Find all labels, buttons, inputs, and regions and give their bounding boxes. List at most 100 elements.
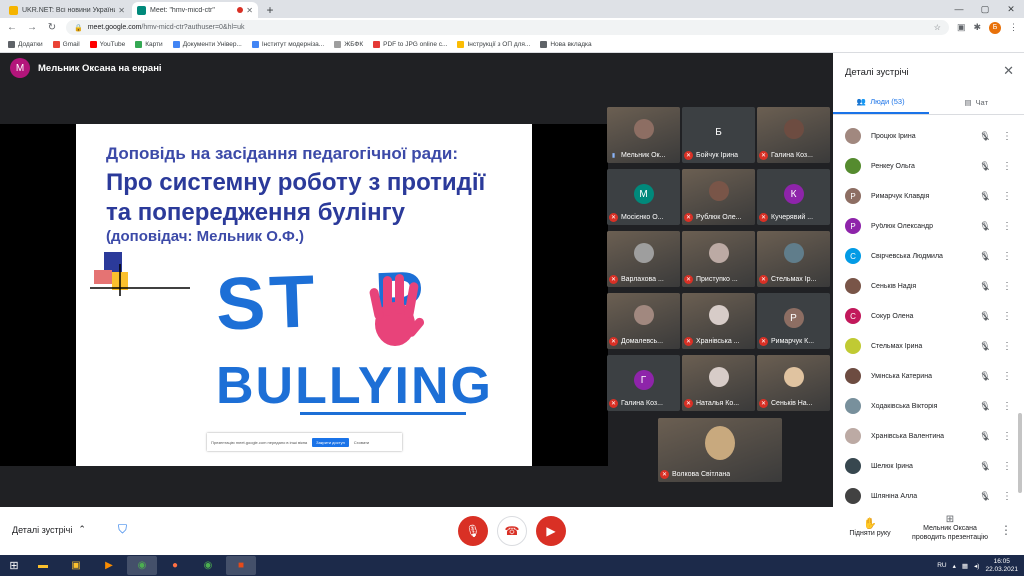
security-shield-icon[interactable]: ⛉ [118,522,132,538]
panel-scrollbar[interactable] [1018,413,1022,493]
participant-tile[interactable]: ✕ Стельмах Ір... [757,231,830,287]
tab-chat[interactable]: ▤ Чат [929,91,1024,114]
more-vert-icon[interactable]: ⋮ [1002,281,1012,292]
more-vert-icon[interactable]: ⋮ [1002,131,1012,142]
taskbar-folder-icon[interactable]: ▣ [61,556,91,575]
bookmark-item[interactable]: Gmail [52,41,80,48]
profile-avatar[interactable]: Б [989,21,1001,34]
bookmark-star-icon[interactable]: ☆ [934,23,941,32]
participant-tile[interactable]: ✕ Приступко ... [682,231,755,287]
participant-face [705,426,735,460]
more-vert-icon[interactable]: ⋮ [1002,401,1012,412]
more-options-icon[interactable]: ⋮ [1000,523,1012,537]
participant-tile[interactable]: ✕ Хранівська ... [682,293,755,349]
participant-tile[interactable]: Г ✕ Галина Коз... [607,355,680,411]
meeting-details-toggle[interactable]: Деталі зустрічі ⌃ [12,524,86,535]
camera-off-button[interactable]: ▶ [536,516,566,546]
participant-tile-label: ✕ Волкова Світлана [660,470,730,479]
participant-list-item[interactable]: С Свірчевська Людмила 🎙 ⋮ [833,241,1024,271]
participant-list-item[interactable]: Ренкеу Ольга 🎙 ⋮ [833,151,1024,181]
taskbar-powerpoint-icon[interactable]: ■ [226,556,256,575]
leave-call-button[interactable]: ☎ [497,516,527,546]
taskbar-chrome-icon[interactable]: ◉ [127,556,157,575]
camera-permission-icon[interactable]: ▣ [957,22,966,33]
taskbar-explorer-icon[interactable]: ▬ [28,556,58,575]
taskbar-media-icon[interactable]: ▶ [94,556,124,575]
participant-avatar [845,278,861,294]
start-button-icon[interactable]: ⊞ [0,555,28,576]
network-icon[interactable]: ▦ [962,562,968,570]
hide-button[interactable]: Сховати [354,440,369,445]
participant-tile[interactable]: ✕ Домалевсь... [607,293,680,349]
presenting-status[interactable]: ⊞ Мельник Оксана проводить презентацію [904,515,996,542]
participant-tile[interactable]: Б ✕ Бойчук Ірина [682,107,755,163]
participant-tile[interactable]: К ✕ Кучерявий ... [757,169,830,225]
close-panel-icon[interactable]: ✕ [1003,63,1014,79]
bookmark-item[interactable]: Інструкції з ОП для... [457,41,530,48]
tab-close-icon[interactable]: ✕ [246,6,253,15]
volume-icon[interactable]: ◂) [974,562,979,570]
bookmark-item[interactable]: Інститут модерніза... [251,41,324,48]
tab-meet[interactable]: Meet: "hmv-micd-ctr" ✕ [132,2,258,18]
stop-sharing-button[interactable]: Закрити доступ [312,437,349,447]
participant-tile[interactable]: ✕ Варлахова ... [607,231,680,287]
tab-close-icon[interactable]: ✕ [118,6,125,15]
more-vert-icon[interactable]: ⋮ [1002,311,1012,322]
participant-list-item[interactable]: Стельмах Ірина 🎙 ⋮ [833,331,1024,361]
participant-list-item[interactable]: Сенькiв Надія 🎙 ⋮ [833,271,1024,301]
participant-list-item[interactable]: Р Римарчук Клавдія 🎙 ⋮ [833,181,1024,211]
taskbar-firefox-icon[interactable]: ● [160,556,190,575]
more-vert-icon[interactable]: ⋮ [1002,161,1012,172]
more-vert-icon[interactable]: ⋮ [1002,371,1012,382]
more-vert-icon[interactable]: ⋮ [1002,491,1012,502]
participant-tile[interactable]: ✕ Волкова Світлана [658,418,782,482]
forward-arrow-icon[interactable]: → [26,22,38,33]
participant-tile[interactable]: М ✕ Мосієнко О... [607,169,680,225]
participant-list-item[interactable]: Процюк Ірина 🎙 ⋮ [833,121,1024,151]
minimize-icon[interactable]: — [946,4,972,14]
taskbar-chrome2-icon[interactable]: ◉ [193,556,223,575]
new-tab-button[interactable]: + [262,2,278,18]
back-arrow-icon[interactable]: ← [6,22,18,33]
more-vert-icon[interactable]: ⋮ [1002,461,1012,472]
bookmark-item[interactable]: YouTube [89,41,125,48]
participant-tile[interactable]: ✕ Сенькiв На... [757,355,830,411]
participant-list-item[interactable]: Умінська Катерина 🎙 ⋮ [833,361,1024,391]
extensions-icon[interactable]: ✱ [973,22,981,33]
address-bar[interactable]: 🔒 meet.google.com/hmv-micd-ctr?authuser=… [66,20,949,35]
participant-tile[interactable]: ▮ Мельник Ок... [607,107,680,163]
mic-off-button[interactable]: 🎙 [458,516,488,546]
bookmark-item[interactable]: Нова вкладка [540,41,592,48]
more-vert-icon[interactable]: ⋮ [1002,341,1012,352]
bookmark-item[interactable]: PDF to JPG online c... [373,41,447,48]
mic-off-icon: 🎙 [979,370,991,381]
slide-decoration [90,252,190,296]
language-indicator[interactable]: RU [937,562,946,569]
tab-people[interactable]: 👥 Люди (53) [833,91,929,114]
participant-tile[interactable]: Р ✕ Римарчук К... [757,293,830,349]
bookmark-item[interactable]: Додатки [8,41,43,48]
participant-list-item[interactable]: Шелюк Ірина 🎙 ⋮ [833,451,1024,481]
bookmark-item[interactable]: ЖБФК [334,41,363,48]
participant-tile[interactable]: ✕ Наталья Ко... [682,355,755,411]
bookmark-item[interactable]: Документи Універ... [172,41,242,48]
maximize-icon[interactable]: ▢ [972,4,998,15]
more-vert-icon[interactable]: ⋮ [1002,191,1012,202]
participant-list-item[interactable]: С Сокур Олена 🎙 ⋮ [833,301,1024,331]
reload-icon[interactable]: ↻ [46,22,58,33]
more-vert-icon[interactable]: ⋮ [1002,251,1012,262]
raise-hand-button[interactable]: ✋ Підняти руку [840,517,900,537]
tray-arrow-icon[interactable]: ▴ [953,562,956,570]
more-vert-icon[interactable]: ⋮ [1002,431,1012,442]
browser-menu-icon[interactable]: ⋮ [1009,22,1018,33]
tab-ukrnet[interactable]: UKR.NET: Всі новини України, с ✕ [4,2,130,18]
participant-tile[interactable]: ✕ Галина Коз... [757,107,830,163]
participant-list-item[interactable]: Хранівська Валентина 🎙 ⋮ [833,421,1024,451]
more-vert-icon[interactable]: ⋮ [1002,221,1012,232]
close-window-icon[interactable]: ✕ [998,4,1024,15]
participant-list-item[interactable]: Ходаківська Вікторія 🎙 ⋮ [833,391,1024,421]
participant-list-item[interactable]: Р Рублюк Олександр 🎙 ⋮ [833,211,1024,241]
participant-tile[interactable]: ✕ Рублюк Оле... [682,169,755,225]
clock[interactable]: 16:05 22.03.2021 [985,558,1018,574]
bookmark-item[interactable]: Карти [135,41,163,48]
